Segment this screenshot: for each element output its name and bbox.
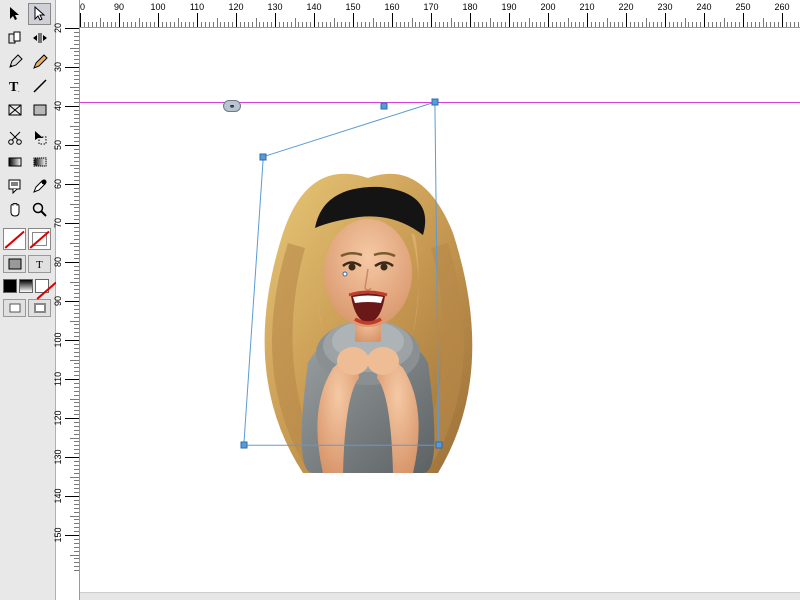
ruler-tick-label: 90	[114, 2, 124, 12]
eyedropper-tool[interactable]	[28, 175, 51, 197]
selection-handle[interactable]	[431, 99, 438, 106]
ruler-tick-label: 250	[735, 2, 750, 12]
canvas[interactable]: ⚭	[80, 28, 800, 600]
selection-handle[interactable]	[435, 442, 442, 449]
note-tool[interactable]	[3, 175, 26, 197]
ruler-tick-label: 130	[53, 449, 63, 464]
ruler-tick-label: 200	[540, 2, 555, 12]
placed-image[interactable]	[263, 173, 473, 473]
zoom-tool[interactable]	[28, 199, 51, 221]
ruler-tick-label: 230	[657, 2, 672, 12]
apply-none[interactable]	[35, 279, 49, 293]
view-mode-normal[interactable]	[3, 299, 26, 317]
ruler-tick-label: 140	[53, 488, 63, 503]
ruler-tick-label: 40	[53, 101, 63, 111]
apply-gradient[interactable]	[19, 279, 33, 293]
ruler-tick-label: 50	[53, 140, 63, 150]
status-bar	[80, 592, 800, 600]
view-mode-preview[interactable]	[28, 299, 51, 317]
svg-text:T: T	[36, 259, 43, 270]
hand-tool[interactable]	[3, 199, 26, 221]
ruler-tick-label: 30	[53, 62, 63, 72]
free-transform-tool[interactable]	[28, 127, 51, 149]
page-tool[interactable]	[3, 27, 26, 49]
ruler-tick-label: 150	[345, 2, 360, 12]
pen-tool[interactable]	[3, 51, 26, 73]
format-text-btn[interactable]: T	[28, 255, 51, 273]
ruler-tick-label: 180	[462, 2, 477, 12]
gradient-feather-tool[interactable]	[28, 151, 51, 173]
ruler-tick-label: 70	[53, 218, 63, 228]
ruler-tick-label: 170	[423, 2, 438, 12]
ruler-tick-label: 60	[53, 179, 63, 189]
ruler-tick-label: 150	[53, 527, 63, 542]
ruler-tick-label: 120	[228, 2, 243, 12]
line-tool[interactable]	[28, 75, 51, 97]
stroke-swatch[interactable]	[28, 228, 51, 250]
ruler-tick-label: 240	[696, 2, 711, 12]
content-grabber-icon[interactable]: ⚭	[223, 100, 241, 112]
selection-tool[interactable]	[3, 3, 26, 25]
fill-swatch[interactable]	[3, 228, 26, 250]
scissors-tool[interactable]	[3, 127, 26, 149]
gradient-swatch-tool[interactable]	[3, 151, 26, 173]
selection-center-icon[interactable]	[343, 271, 348, 276]
ruler-tick-label: 110	[190, 2, 204, 12]
direct-select-tool[interactable]	[28, 3, 51, 25]
ruler-tick-label: 160	[384, 2, 399, 12]
apply-color-black[interactable]	[3, 279, 17, 293]
selection-handle[interactable]	[240, 442, 247, 449]
pencil-tool[interactable]	[28, 51, 51, 73]
ruler-tick-label: 130	[267, 2, 282, 12]
ruler-tick-label: 20	[53, 23, 63, 33]
type-tool[interactable]: T.	[3, 75, 26, 97]
svg-text:.: .	[18, 88, 20, 94]
format-container-btn[interactable]	[3, 255, 26, 273]
ruler-tick-label: 260	[774, 2, 789, 12]
rotation-handle[interactable]	[381, 103, 388, 110]
horizontal-guide[interactable]	[80, 102, 800, 103]
ruler-tick-label: 90	[53, 296, 63, 306]
rect-tool[interactable]	[28, 99, 51, 121]
rect-frame-tool[interactable]	[3, 99, 26, 121]
ruler-tick-label: 220	[618, 2, 633, 12]
ruler-tick-label: 190	[501, 2, 516, 12]
vertical-ruler[interactable]: 20 30 40 50 60 70 80 90 100 110 120 130 140 150	[56, 0, 80, 600]
ruler-tick-label: 100	[150, 2, 165, 12]
horizontal-ruler[interactable]: 8090100110120130140150160170180190200210…	[80, 0, 800, 28]
toolbox: T. T	[0, 0, 56, 600]
ruler-tick-label: 210	[579, 2, 594, 12]
ruler-tick-label: 110	[53, 372, 63, 386]
ruler-tick-label: 140	[306, 2, 321, 12]
ruler-tick-label: 120	[53, 410, 63, 425]
ruler-tick-label: 100	[53, 332, 63, 347]
chain-glyph: ⚭	[229, 102, 236, 111]
gap-tool[interactable]	[28, 27, 51, 49]
selection-handle[interactable]	[260, 153, 267, 160]
ruler-tick-label: 80	[53, 257, 63, 267]
